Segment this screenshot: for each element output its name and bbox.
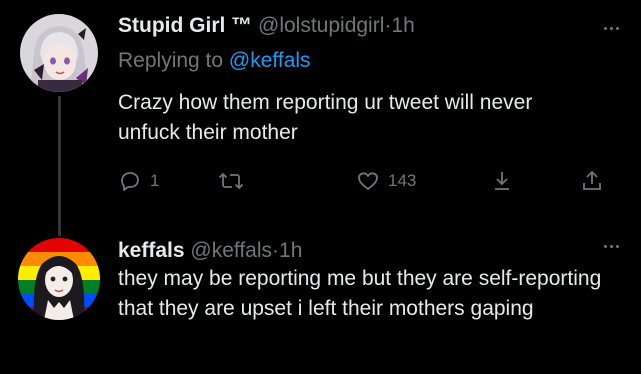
tweet-text: they may be reporting me but they are se… xyxy=(118,267,602,320)
avatar[interactable] xyxy=(20,14,98,92)
like-button[interactable]: 143 xyxy=(356,166,416,196)
retweet-icon xyxy=(218,172,244,190)
replying-to-line: Replying to @keffals xyxy=(118,48,311,74)
reply-button[interactable]: 1 xyxy=(118,166,159,196)
reply-icon xyxy=(121,172,139,191)
avatar-image xyxy=(20,14,98,92)
download-icon xyxy=(495,172,509,190)
tweet-keffals[interactable]: keffals @keffals·1h they may be reportin… xyxy=(0,228,641,374)
retweet-button[interactable] xyxy=(218,166,244,196)
timestamp[interactable]: 1h xyxy=(391,14,414,37)
tweet-actions: 1 143 xyxy=(118,166,618,196)
replying-to-label: Replying to xyxy=(118,49,224,72)
separator-dot: · xyxy=(272,239,280,262)
reply-count: 1 xyxy=(150,171,160,190)
replying-to-link[interactable]: @keffals xyxy=(229,49,311,72)
user-handle[interactable]: @lolstupidgirl xyxy=(258,14,384,37)
tweet-header: keffals @keffals·1h xyxy=(118,238,302,264)
like-count: 143 xyxy=(388,171,417,190)
tweet-stupidgirl[interactable]: Stupid Girl ™ @lolstupidgirl·1h Replying… xyxy=(0,0,641,228)
more-icon[interactable] xyxy=(604,27,619,30)
avatar[interactable] xyxy=(18,238,100,320)
download-button[interactable] xyxy=(490,166,514,196)
tweet-text: Crazy how them reporting ur tweet will n… xyxy=(118,91,533,144)
share-button[interactable] xyxy=(580,166,604,196)
timestamp[interactable]: 1h xyxy=(279,239,302,262)
user-handle[interactable]: @keffals xyxy=(190,239,272,262)
tweet-thread: Stupid Girl ™ @lolstupidgirl·1h Replying… xyxy=(0,0,641,374)
share-icon xyxy=(583,170,601,190)
display-name[interactable]: keffals xyxy=(118,239,185,262)
avatar-image xyxy=(18,238,100,320)
more-icon[interactable] xyxy=(604,245,619,248)
heart-icon xyxy=(358,172,378,190)
tweet-header: Stupid Girl ™ @lolstupidgirl·1h xyxy=(118,13,415,39)
display-name[interactable]: Stupid Girl ™ xyxy=(118,14,252,37)
